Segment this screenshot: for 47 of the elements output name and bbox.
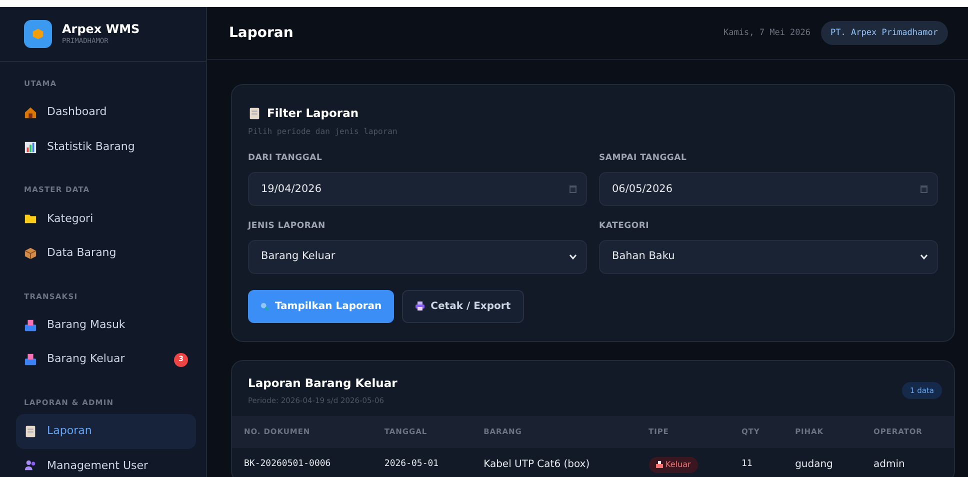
calendar-icon	[920, 184, 928, 194]
sidebar-item[interactable]: Statistik Barang	[16, 130, 196, 164]
tray-icon	[24, 318, 37, 332]
clipboard-icon	[24, 424, 37, 438]
date-field[interactable]: 19/04/2026	[248, 172, 587, 206]
select-field[interactable]: Bahan Baku	[599, 240, 938, 274]
table-cell: BK-20260501-0006	[232, 448, 372, 477]
field-label: DARI TANGGAL	[248, 152, 324, 165]
chevron-icon	[569, 254, 577, 260]
folder-icon	[24, 212, 37, 226]
printer-icon	[414, 301, 425, 312]
search-icon	[260, 302, 269, 311]
tray-icon	[656, 461, 663, 468]
users-icon	[24, 459, 37, 472]
page-title: Laporan	[229, 24, 294, 42]
current-date: Kamis, 7 Mei 2026	[724, 26, 811, 40]
clipboard-icon	[248, 107, 261, 120]
sidebar-item[interactable]: Dashboard	[16, 95, 196, 130]
field-label: SAMPAI TANGGAL	[599, 152, 688, 165]
app-logo	[24, 20, 52, 48]
report-title: Laporan Barang Keluar	[248, 374, 398, 392]
table-cell: 11	[729, 448, 784, 477]
table-cell: gudang	[783, 448, 862, 477]
field-label: KATEGORI	[599, 220, 650, 233]
table-cell: admin	[862, 448, 954, 477]
calendar-icon	[569, 184, 577, 194]
sidebar-item[interactable]: Kategori	[16, 202, 196, 236]
chart-icon	[24, 140, 37, 154]
sidebar-item[interactable]: Data Barang	[16, 236, 196, 270]
export-button[interactable]: Cetak / Export	[402, 290, 524, 323]
field-label: JENIS LAPORAN	[248, 220, 326, 233]
date-field[interactable]: 06/05/2026	[599, 172, 938, 206]
house-icon	[24, 106, 37, 119]
brand-name: Arpex WMS	[62, 22, 140, 36]
select-field[interactable]: Barang Keluar	[248, 240, 587, 274]
card-title: Filter Laporan	[267, 105, 359, 122]
card-subtitle: Pilih periode dan jenis laporan	[248, 126, 398, 138]
company-badge: PT. Arpex Primadhamor	[820, 20, 948, 46]
package-icon	[24, 246, 37, 260]
sidebar-item[interactable]: Laporan	[16, 414, 196, 448]
tray-icon	[24, 353, 37, 366]
chevron-icon	[920, 254, 928, 260]
table-cell: Kabel UTP Cat6 (box)	[472, 448, 637, 477]
type-tag: Keluar	[648, 456, 698, 472]
table-cell: 2026-05-01	[372, 448, 472, 477]
sidebar-item[interactable]: Management User	[16, 448, 196, 477]
sidebar-item[interactable]: Barang Masuk	[16, 308, 196, 342]
